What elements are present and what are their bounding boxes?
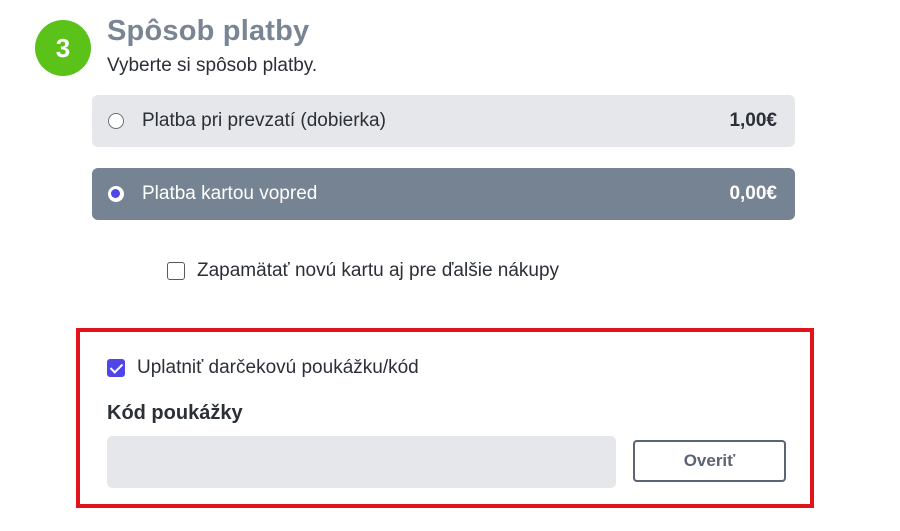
apply-voucher-option[interactable]: Uplatniť darčekovú poukážku/kód <box>107 357 419 379</box>
remember-card-option[interactable]: Zapamätať novú kartu aj pre ďalšie nákup… <box>167 260 559 282</box>
radio-card-payment[interactable] <box>108 186 124 202</box>
payment-option-price: 0,00€ <box>729 183 777 204</box>
remember-card-label: Zapamätať novú kartu aj pre ďalšie nákup… <box>197 260 560 281</box>
voucher-code-label: Kód poukážky <box>107 402 243 424</box>
section-title: Spôsob platby <box>107 15 310 47</box>
remember-card-checkbox[interactable] <box>167 262 185 280</box>
payment-option-label: Platba kartou vopred <box>142 183 318 204</box>
payment-option-card[interactable]: Platba kartou vopred 0,00€ <box>92 168 795 220</box>
voucher-code-input[interactable] <box>107 436 616 488</box>
payment-option-cash-on-delivery[interactable]: Platba pri prevzatí (dobierka) 1,00€ <box>92 95 795 147</box>
verify-voucher-button[interactable]: Overiť <box>633 440 786 482</box>
radio-cash-on-delivery[interactable] <box>108 113 124 129</box>
payment-option-label: Platba pri prevzatí (dobierka) <box>142 110 386 131</box>
apply-voucher-checkbox[interactable] <box>107 359 125 377</box>
section-subtitle: Vyberte si spôsob platby. <box>107 55 318 76</box>
step-number-badge: 3 <box>35 20 91 76</box>
apply-voucher-label: Uplatniť darčekovú poukážku/kód <box>137 357 419 378</box>
payment-option-price: 1,00€ <box>729 110 777 131</box>
